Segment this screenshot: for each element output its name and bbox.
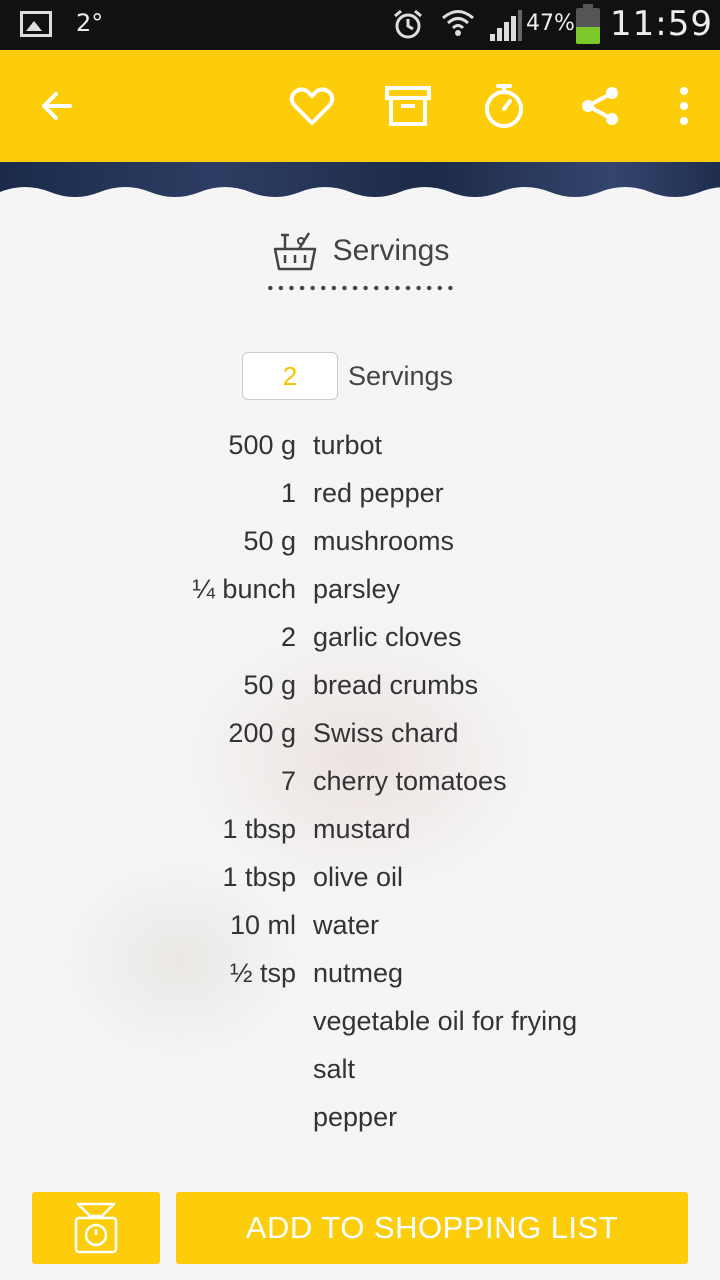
ingredient-row: 1 red pepper bbox=[0, 474, 720, 522]
signal-icon bbox=[490, 10, 522, 41]
ingredient-quantity: ½ tsp bbox=[229, 958, 296, 988]
timer-icon[interactable] bbox=[478, 80, 530, 132]
ingredient-row: salt bbox=[0, 1050, 720, 1098]
back-arrow-icon[interactable] bbox=[30, 80, 82, 132]
heart-icon[interactable] bbox=[286, 80, 338, 132]
servings-control: 2 Servings bbox=[242, 352, 453, 400]
ingredient-name: red pepper bbox=[313, 478, 444, 508]
ingredient-row: 7 cherry tomatoes bbox=[0, 762, 720, 810]
ingredient-quantity: 50 g bbox=[243, 670, 296, 700]
app-bar bbox=[0, 50, 720, 162]
scale-button[interactable] bbox=[32, 1192, 160, 1264]
ingredient-row: pepper bbox=[0, 1098, 720, 1146]
battery-icon bbox=[576, 4, 600, 44]
ingredient-row: 50 g mushrooms bbox=[0, 522, 720, 570]
ingredient-name: mustard bbox=[313, 814, 411, 844]
ingredient-list: 500 g turbot 1 red pepper 50 g mushrooms ¼ bun… bbox=[0, 426, 720, 1146]
servings-input[interactable]: 2 bbox=[242, 352, 338, 400]
ingredient-quantity: 1 tbsp bbox=[222, 862, 296, 892]
ingredient-row: 50 g bread crumbs bbox=[0, 666, 720, 714]
battery-percent: 47% bbox=[526, 11, 575, 36]
wifi-icon bbox=[442, 10, 474, 36]
alarm-icon bbox=[394, 9, 422, 39]
ingredient-name: water bbox=[313, 910, 380, 940]
ingredient-row: 200 g Swiss chard bbox=[0, 714, 720, 762]
ingredient-name: turbot bbox=[313, 430, 383, 460]
temperature-text: 2° bbox=[76, 9, 104, 37]
share-icon[interactable] bbox=[574, 80, 626, 132]
ingredient-row: 1 tbsp mustard bbox=[0, 810, 720, 858]
add-to-shopping-list-label: ADD TO SHOPPING LIST bbox=[245, 1210, 619, 1245]
ingredient-name: vegetable oil for frying bbox=[313, 1006, 578, 1036]
ingredient-row: ½ tsp nutmeg bbox=[0, 954, 720, 1002]
ingredient-name: parsley bbox=[313, 574, 401, 604]
ingredient-name: bread crumbs bbox=[313, 670, 479, 700]
clock: 11:59 bbox=[610, 4, 713, 44]
ingredient-quantity: 10 ml bbox=[229, 910, 296, 940]
wave-divider bbox=[0, 187, 720, 208]
ingredient-quantity: 1 tbsp bbox=[222, 814, 296, 844]
battery-fill bbox=[576, 27, 600, 44]
dotted-divider bbox=[265, 284, 457, 292]
ingredient-quantity: 2 bbox=[280, 622, 296, 652]
ingredient-quantity: 500 g bbox=[228, 430, 296, 460]
ingredient-quantity: 200 g bbox=[228, 718, 296, 748]
ingredient-name: nutmeg bbox=[313, 958, 404, 988]
ingredient-name: cherry tomatoes bbox=[313, 766, 507, 796]
more-vert-icon[interactable] bbox=[658, 80, 710, 132]
ingredients-panel: Servings 2 Servings 500 g turbot 1 red pepp… bbox=[0, 187, 720, 1180]
ingredient-row: 1 tbsp olive oil bbox=[0, 858, 720, 906]
ingredient-quantity: 7 bbox=[280, 766, 296, 796]
ingredient-name: pepper bbox=[313, 1102, 398, 1132]
add-to-shopping-list-button[interactable]: ADD TO SHOPPING LIST bbox=[176, 1192, 688, 1264]
ingredient-name: salt bbox=[313, 1054, 356, 1084]
ingredient-name: garlic cloves bbox=[313, 622, 462, 652]
archive-box-icon[interactable] bbox=[382, 80, 434, 132]
ingredient-row: 10 ml water bbox=[0, 906, 720, 954]
servings-title: Servings bbox=[332, 234, 450, 267]
ingredient-row: vegetable oil for frying bbox=[0, 1002, 720, 1050]
ingredient-name: olive oil bbox=[313, 862, 404, 892]
status-bar: 2° 47% 11:59 bbox=[0, 0, 720, 50]
ingredient-row: 500 g turbot bbox=[0, 426, 720, 474]
servings-header: Servings bbox=[0, 226, 720, 276]
kitchen-scale-icon bbox=[74, 1202, 118, 1254]
servings-label: Servings bbox=[348, 360, 454, 391]
ingredient-quantity: ¼ bunch bbox=[192, 574, 296, 604]
gallery-icon bbox=[20, 11, 52, 37]
ingredient-name: Swiss chard bbox=[313, 718, 459, 748]
ingredient-row: ¼ bunch parsley bbox=[0, 570, 720, 618]
ingredient-name: mushrooms bbox=[313, 526, 455, 556]
ingredient-quantity: 1 bbox=[280, 478, 296, 508]
basket-icon bbox=[273, 232, 316, 271]
ingredient-quantity: 50 g bbox=[243, 526, 296, 556]
ingredient-row: 2 garlic cloves bbox=[0, 618, 720, 666]
